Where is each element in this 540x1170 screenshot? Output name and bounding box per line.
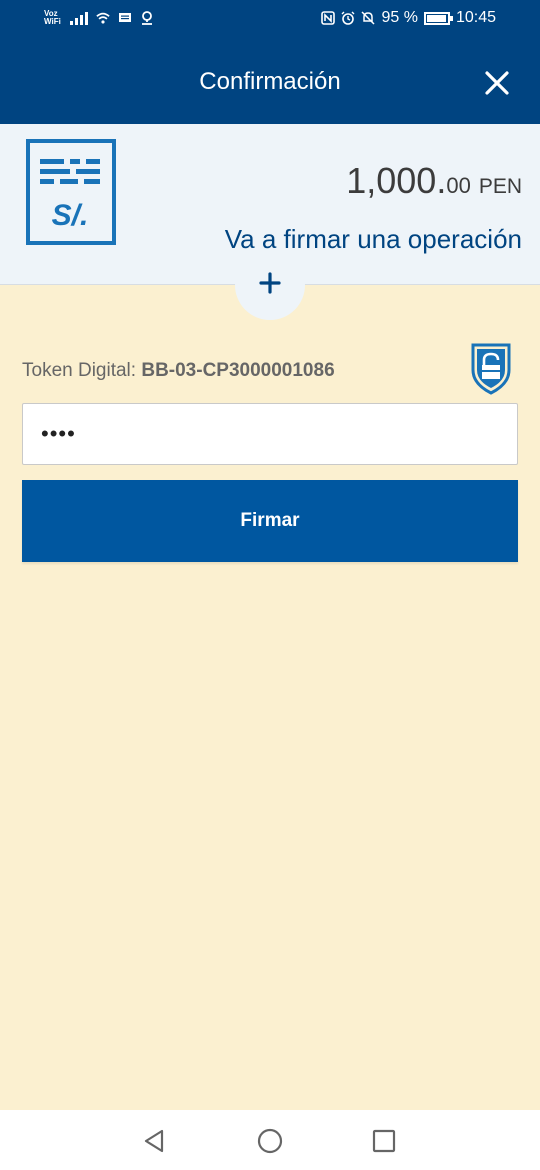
nfc-icon: [321, 11, 336, 25]
mute-icon: [361, 11, 376, 25]
location-icon: [142, 11, 152, 25]
wifi-icon: [96, 12, 110, 24]
alarm-icon: [341, 11, 355, 25]
amount: 1,000. 00 PEN: [346, 160, 522, 202]
close-icon: [485, 71, 509, 95]
currency-symbol: S/.: [52, 199, 89, 232]
home-icon[interactable]: [255, 1126, 285, 1156]
battery-icon: [423, 11, 453, 25]
soles-document-icon: S/.: [26, 139, 116, 245]
plus-icon: [259, 272, 281, 294]
page-title: Confirmación: [199, 68, 341, 95]
token-password-input[interactable]: [22, 403, 518, 465]
amount-decimals: 00: [446, 173, 471, 198]
expand-details-button[interactable]: [235, 250, 305, 320]
app-header: Voz WiFi 95 % 10:45 Confirmación: [0, 0, 540, 124]
close-button[interactable]: [482, 68, 512, 98]
sign-button[interactable]: Firmar: [22, 480, 518, 562]
recents-icon[interactable]: [369, 1126, 399, 1156]
carrier-label-bottom: WiFi: [44, 17, 61, 26]
status-bar: Voz WiFi 95 % 10:45: [0, 0, 540, 40]
token-label: Token Digital:: [22, 360, 142, 381]
carrier-label: Voz WiFi: [44, 10, 62, 26]
system-navigation-bar: [0, 1110, 540, 1170]
token-code: BB-03-CP3000001086: [141, 360, 335, 381]
message-icon: [119, 13, 131, 22]
amount-integer: 1,000.: [346, 160, 447, 201]
back-icon[interactable]: [140, 1126, 170, 1156]
signal-icon: [70, 11, 88, 25]
battery-percent: 95 %: [381, 9, 418, 26]
clock: 10:45: [455, 9, 496, 26]
token-label-row: Token Digital: BB-03-CP3000001086: [22, 360, 335, 382]
shield-lock-icon: [471, 343, 511, 395]
amount-currency: PEN: [478, 175, 522, 198]
